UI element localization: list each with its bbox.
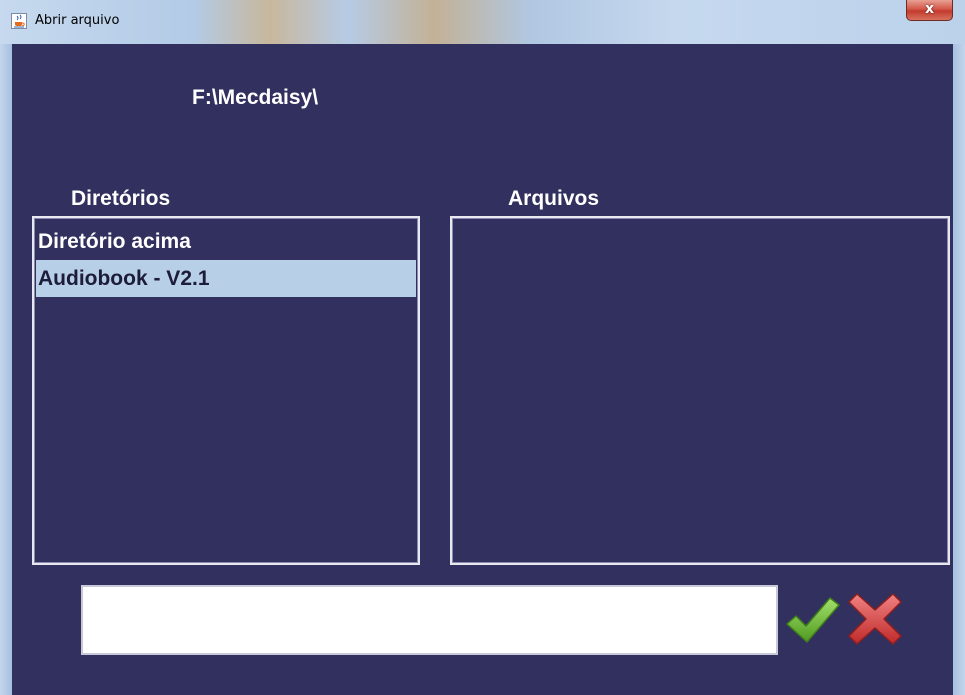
green-check-icon — [786, 597, 840, 643]
window-frame-right — [953, 44, 965, 695]
title-bar[interactable]: Abrir arquivo x — [0, 0, 965, 44]
directory-item-audiobook[interactable]: Audiobook - V2.1 — [36, 260, 416, 297]
cancel-button[interactable] — [845, 588, 905, 648]
directory-item-parent[interactable]: Diretório acima — [36, 223, 416, 260]
current-path: F:\Mecdaisy\ — [192, 86, 319, 109]
close-icon: x — [924, 1, 935, 17]
java-cup-icon — [11, 13, 27, 29]
confirm-button[interactable] — [782, 588, 842, 648]
window-frame-left — [0, 44, 12, 695]
red-x-icon — [848, 593, 902, 645]
close-button[interactable]: x — [906, 0, 953, 21]
directories-label: Diretórios — [71, 187, 171, 210]
filename-input[interactable] — [81, 585, 778, 655]
open-file-window: Abrir arquivo x F:\Mecdaisy\ Diretórios … — [0, 0, 965, 695]
window-title: Abrir arquivo — [35, 13, 120, 28]
files-label: Arquivos — [508, 187, 600, 210]
files-list[interactable] — [450, 216, 950, 565]
directories-list[interactable]: Diretório acima Audiobook - V2.1 — [32, 216, 420, 565]
